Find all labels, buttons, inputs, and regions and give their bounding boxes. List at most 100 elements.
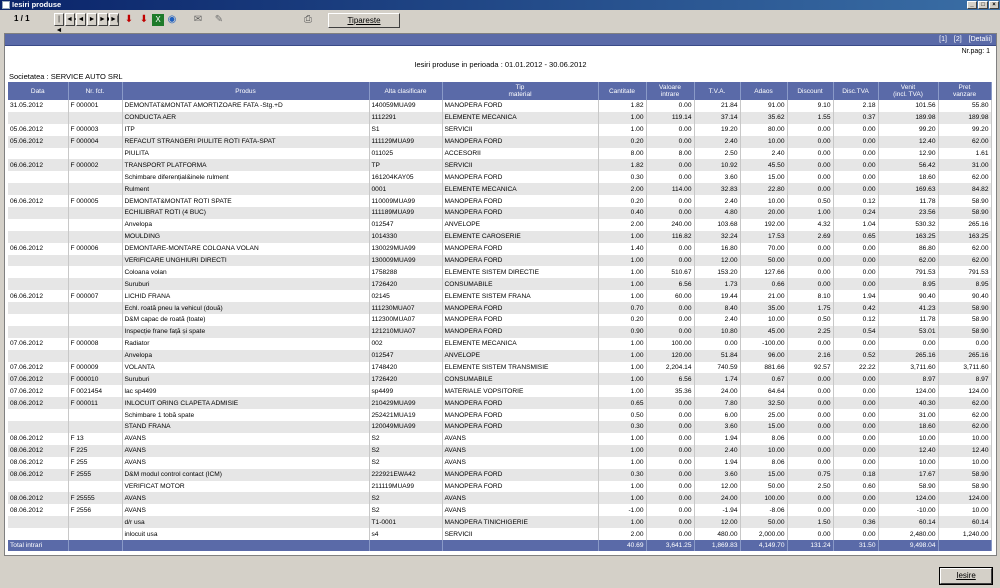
table-row[interactable]: 08.06.2012 F 225 AVANS S2 AVANS 1.00 0.00 2.40 1… — [8, 444, 992, 457]
table-cell: -1.94 — [694, 504, 741, 517]
table-cell: ELEMENTE CAROSERIE — [442, 230, 599, 243]
tools-icon[interactable]: ✎ — [213, 14, 225, 26]
email-icon[interactable]: ✉ — [192, 14, 204, 26]
table-cell: ELEMENTE SISTEM TRANSMISIE — [442, 361, 599, 374]
table-row[interactable]: 08.06.2012 F 13 AVANS S2 AVANS 1.00 0.00 1.94 8.… — [8, 432, 992, 445]
link-report-1[interactable]: [1] — [939, 36, 947, 43]
table-row[interactable]: Echl. roată pneu la vehicul (două) 111230… — [8, 302, 992, 315]
table-cell: 0.50 — [787, 314, 834, 326]
table-row[interactable]: CONDUCTA AER 1112291 ELEMENTE MECANICA 1.00… — [8, 111, 992, 124]
table-row[interactable]: Rulment 0001 ELEMENTE MECANICA 2.00 114.00 32… — [8, 183, 992, 196]
table-row[interactable]: VERIFICARE UNGHIURI DIRECTI 130009MUA99 MA… — [8, 254, 992, 267]
table-cell: MANOPERA FORD — [442, 135, 599, 148]
print-button[interactable]: Tipareste — [328, 13, 400, 28]
table-cell — [8, 325, 69, 338]
close-button[interactable]: × — [989, 1, 999, 9]
table-cell: 6.00 — [694, 409, 741, 422]
table-cell: MANOPERA FORD — [442, 207, 599, 219]
table-row[interactable]: STAND FRANA 120049MUA99 MANOPERA FORD 0.30 0… — [8, 421, 992, 433]
table-row[interactable]: PIULITA 011025 ACCESORII 8.00 8.00 2.50 2.40 0.… — [8, 147, 992, 160]
table-cell: 0.00 — [646, 421, 695, 433]
table-cell: S2 — [369, 492, 443, 505]
link-details[interactable]: [Detalii] — [969, 36, 992, 43]
table-cell: 0.00 — [646, 492, 695, 505]
table-row[interactable]: 07.06.2012 F 0021454 lac sp4499 sp4499 MATER… — [8, 385, 992, 398]
table-row[interactable]: 05.06.2012 F 000004 REFACUT STRANGERI PIUL… — [8, 135, 992, 148]
table-row[interactable]: 06.06.2012 F 000006 DEMONTARE-MONTARE COLO… — [8, 242, 992, 255]
first-page-button[interactable]: |◄ — [54, 13, 64, 34]
table-row[interactable]: 31.05.2012 F 000001 DEMONTAT&MONTAT AMORTI… — [8, 100, 992, 112]
table-cell: Echl. roată pneu la vehicul (două) — [122, 302, 370, 315]
table-cell: 0.00 — [833, 147, 879, 160]
table-cell: 1.00 — [598, 492, 647, 505]
table-row[interactable]: 07.06.2012 F 000008 Radiator 002 ELEMENTE ME… — [8, 337, 992, 350]
table-row[interactable]: Coloana volan 1758288 ELEMENTE SISTEM DIRE… — [8, 266, 992, 279]
table-row[interactable]: 06.06.2012 F 000005 DEMONTAT&MONTAT ROTI S… — [8, 195, 992, 208]
table-cell: STAND FRANA — [122, 421, 370, 433]
table-cell — [8, 147, 69, 160]
excel-export-icon[interactable]: X — [152, 14, 164, 26]
table-row[interactable]: ECHILIBRAT ROTI (4 BUC) 111189MUA99 MANOPE… — [8, 207, 992, 219]
table-cell: ELEMENTE MECANICA — [442, 337, 599, 350]
table-cell: 1.55 — [787, 111, 834, 124]
table-cell: 265.16 — [878, 349, 939, 362]
table-cell: 0.30 — [598, 468, 647, 481]
exit-button[interactable]: Iesire — [939, 567, 993, 585]
table-row[interactable]: Anvelopa 012547 ANVELOPE 1.00 120.00 51.84 96.… — [8, 349, 992, 362]
table-cell: 2.40 — [694, 195, 741, 208]
last-page-button[interactable]: ►| — [109, 13, 119, 26]
table-row[interactable]: VERIFICAT MOTOR 211119MUA99 MANOPERA FORD 1… — [8, 480, 992, 493]
table-cell: CONDUCTA AER — [122, 111, 370, 124]
table-cell: 0.30 — [598, 171, 647, 184]
table-cell: -100.00 — [740, 337, 788, 350]
table-cell: 0.90 — [598, 325, 647, 338]
table-cell: 265.16 — [938, 349, 992, 362]
pdf-icon[interactable]: ⬇ — [138, 14, 150, 26]
table-row[interactable]: 08.06.2012 F 000011 INLOCUIT ORING CLAPETA… — [8, 397, 992, 410]
web-export-icon[interactable]: ◉ — [166, 14, 178, 26]
table-cell: 0.00 — [833, 409, 879, 422]
table-cell: 0.18 — [833, 468, 879, 481]
table-row[interactable]: 06.06.2012 F 000002 TRANSPORT PLATFORMA TP S… — [8, 159, 992, 172]
table-cell: 51.84 — [694, 349, 741, 362]
next-block-button[interactable]: ►► — [98, 13, 113, 26]
table-row[interactable]: 08.06.2012 F 255 AVANS S2 AVANS 1.00 0.00 1.94 8… — [8, 456, 992, 469]
table-row[interactable]: Suruburi 1726420 CONSUMABILE 1.00 6.56 1.73 0.… — [8, 278, 992, 291]
table-cell: 10.92 — [694, 159, 741, 172]
link-report-2[interactable]: [2] — [954, 36, 962, 43]
table-cell: MANOPERA FORD — [442, 195, 599, 208]
pdf-export-icon[interactable]: ⬇ — [123, 14, 135, 26]
table-row[interactable]: 05.06.2012 F 000003 ITP S1 SERVICII 1.00 0.00 1… — [8, 123, 992, 136]
table-row[interactable]: 08.06.2012 F 2555 D&M modul control contac… — [8, 468, 992, 481]
table-cell: AVANS — [122, 492, 370, 505]
table-cell: 10.00 — [878, 432, 939, 445]
table-row[interactable]: Schimbare diferențial&inele rulment 16120… — [8, 171, 992, 184]
table-cell: 0.00 — [646, 123, 695, 136]
table-cell: 0.00 — [787, 159, 834, 172]
table-row[interactable]: 08.06.2012 F 25555 AVANS S2 AVANS 1.00 0.00 24.… — [8, 492, 992, 505]
table-row[interactable]: inlocuit usa s4 SERVICII 2.00 0.00 480.00 2,00… — [8, 528, 992, 540]
table-cell: 3,711.60 — [878, 361, 939, 374]
table-row[interactable]: D&M capac de roată (toate) 112300MUA07 MAN… — [8, 314, 992, 326]
maximize-button[interactable]: □ — [978, 1, 988, 9]
table-cell: 0001 — [369, 183, 443, 196]
table-row[interactable]: 07.06.2012 F 000009 VOLANTA 1748420 ELEMENTE… — [8, 361, 992, 374]
table-row[interactable]: 07.06.2012 F 000010 Suruburi 1726420 CONSUMA… — [8, 373, 992, 386]
table-row[interactable]: Anvelopa 012547 ANVELOPE 2.00 240.00 103.68 19… — [8, 218, 992, 231]
previous-block-button[interactable]: ◄◄ — [65, 13, 80, 26]
table-row[interactable]: Schimbare 1 tobă spate 252421MUA19 MANOPER… — [8, 409, 992, 422]
next-page-button[interactable]: ► — [87, 13, 97, 26]
table-row[interactable]: Inspecție frane față și spate 121210MUA07… — [8, 325, 992, 338]
minimize-button[interactable]: _ — [967, 1, 977, 9]
totals-cell — [369, 539, 443, 551]
previous-page-button[interactable]: ◄ — [76, 13, 86, 26]
table-cell: 2.40 — [694, 314, 741, 326]
table-row[interactable]: 08.06.2012 F 2556 AVANS S2 AVANS -1.00 0.00 -1.… — [8, 504, 992, 517]
table-row[interactable]: MOULDING 1014330 ELEMENTE CAROSERIE 1.00 116… — [8, 230, 992, 243]
table-row[interactable]: d/r usa T1-0001 MANOPERA TINICHIGERIE 1.00 0… — [8, 516, 992, 529]
table-cell: DEMONTARE-MONTARE COLOANA VOLAN — [122, 242, 370, 255]
table-cell — [68, 230, 123, 243]
table-row[interactable]: 06.06.2012 F 000007 LICHID FRANA 02145 ELEME… — [8, 290, 992, 303]
table-cell: 0.00 — [833, 242, 879, 255]
totals-cell: 31.50 — [833, 539, 879, 551]
